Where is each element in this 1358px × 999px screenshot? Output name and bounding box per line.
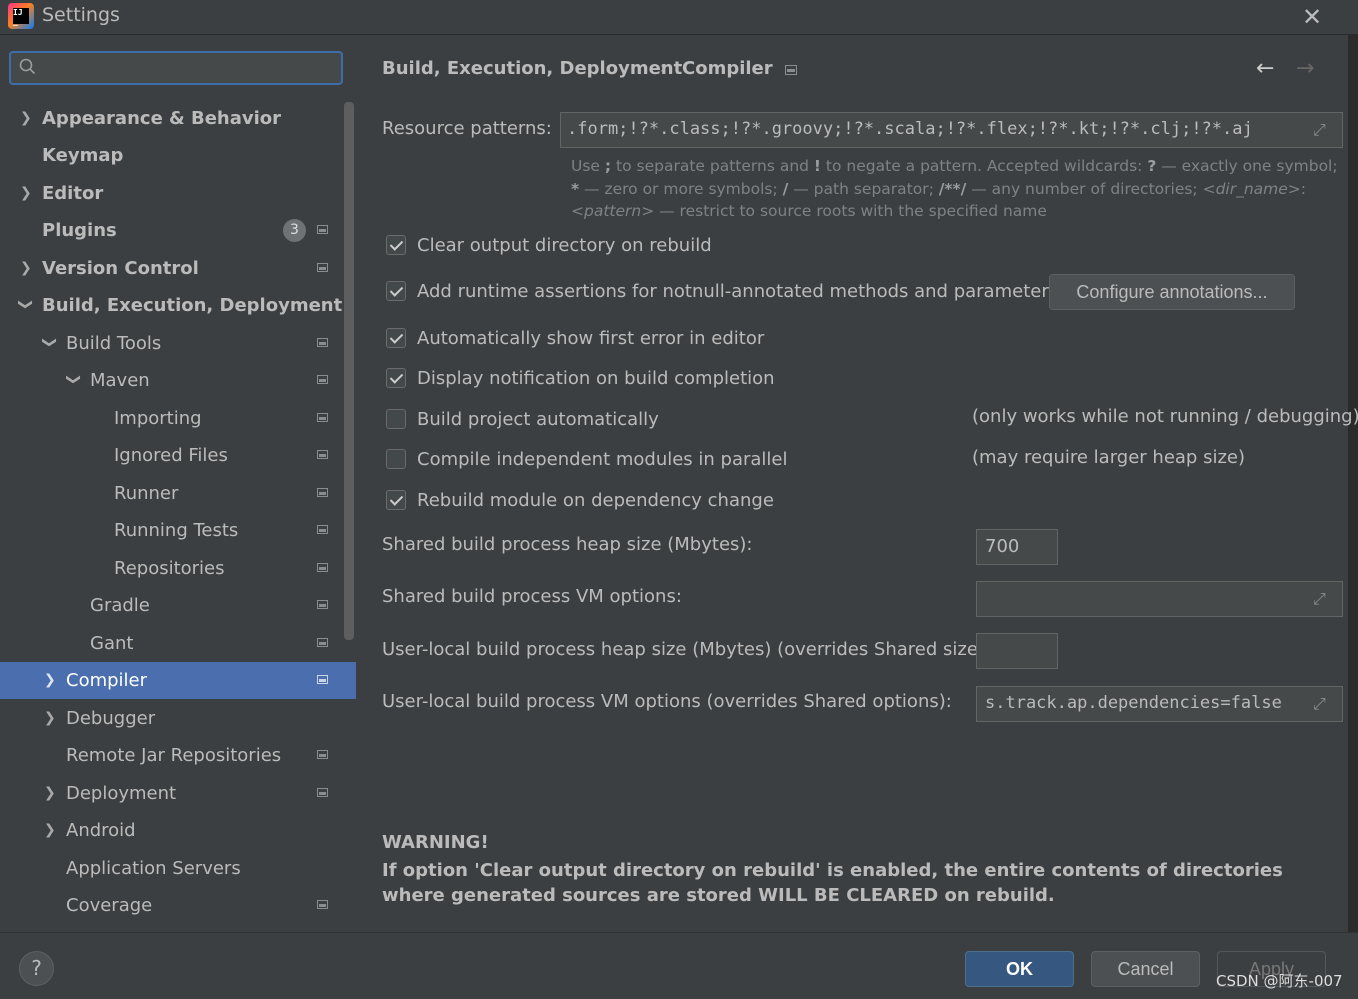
warning-text: If option 'Clear output directory on reb…: [382, 860, 1283, 906]
compile-parallel-note: (may require larger heap size): [972, 447, 1245, 468]
user-vm-input[interactable]: s.track.ap.dependencies=false ⤢: [976, 686, 1343, 722]
project-scope-icon: [317, 788, 328, 797]
help-button[interactable]: ?: [19, 951, 54, 986]
chevron-right-icon: ❯: [20, 110, 32, 126]
chevron-right-icon: ❯: [44, 710, 56, 726]
resource-patterns-hint: Use ; to separate patterns and ! to nega…: [571, 157, 1338, 220]
sidebar-item-debugger[interactable]: ❯ Debugger: [0, 700, 356, 737]
chevron-right-icon: ❯: [44, 822, 56, 838]
back-arrow-icon[interactable]: ←: [1256, 56, 1274, 81]
project-scope-icon: [317, 750, 328, 759]
title-bar: [0, 0, 1358, 35]
sidebar-item-importing[interactable]: Importing: [0, 400, 356, 437]
sidebar-item-gradle[interactable]: Gradle: [0, 587, 356, 624]
cancel-button[interactable]: Cancel: [1091, 951, 1200, 987]
plugins-update-badge: 3: [283, 219, 306, 242]
forward-arrow-icon[interactable]: →: [1296, 56, 1314, 81]
sidebar-item-appearance-behavior[interactable]: ❯ Appearance & Behavior: [0, 100, 356, 137]
chevron-down-icon: ❯: [17, 298, 34, 311]
sidebar-item-plugins[interactable]: Plugins 3: [0, 212, 356, 249]
project-scope-icon: [317, 638, 328, 647]
sidebar-item-ignored-files[interactable]: Ignored Files: [0, 437, 356, 474]
project-scope-icon: [317, 600, 328, 609]
runtime-assertions-checkbox[interactable]: [386, 281, 406, 301]
search-icon: [19, 58, 36, 75]
sidebar-item-repositories[interactable]: Repositories: [0, 550, 356, 587]
sidebar-item-gant[interactable]: Gant: [0, 625, 356, 662]
close-icon[interactable]: ✕: [1302, 3, 1322, 31]
build-automatically-checkbox[interactable]: [386, 409, 406, 429]
expand-icon[interactable]: ⤢: [1313, 121, 1331, 139]
sidebar-item-build-tools[interactable]: ❯ Build Tools: [0, 325, 356, 362]
user-heap-label: User-local build process heap size (Mbyt…: [382, 639, 992, 660]
shared-heap-label: Shared build process heap size (Mbytes):: [382, 534, 753, 555]
sidebar-item-version-control[interactable]: ❯ Version Control: [0, 250, 356, 287]
project-scope-icon: [317, 225, 328, 234]
sidebar-item-keymap[interactable]: Keymap: [0, 137, 356, 174]
project-scope-icon: [317, 488, 328, 497]
sidebar-item-application-servers[interactable]: Application Servers: [0, 850, 356, 887]
chevron-down-icon: ❯: [41, 336, 58, 349]
sidebar-item-deployment[interactable]: ❯ Deployment: [0, 775, 356, 812]
intellij-logo-icon: IJ _: [8, 3, 34, 29]
background-editor-edge: [1348, 35, 1358, 932]
compile-parallel-checkbox[interactable]: [386, 449, 406, 469]
resource-patterns-input[interactable]: .form;!?*.class;!?*.groovy;!?*.scala;!?*…: [560, 112, 1343, 148]
project-scope-icon: [317, 900, 328, 909]
chevron-right-icon: ❯: [44, 672, 56, 688]
warning-title: WARNING!: [382, 832, 489, 853]
project-scope-icon: [317, 525, 328, 534]
rebuild-dependency-checkbox[interactable]: [386, 490, 406, 510]
expand-icon[interactable]: ⤢: [1313, 695, 1331, 713]
breadcrumb-separator: ›: [660, 58, 667, 77]
sidebar-item-android[interactable]: ❯ Android: [0, 812, 356, 849]
sidebar-item-compiler[interactable]: ❯ Compiler: [0, 662, 356, 699]
project-scope-icon: [317, 338, 328, 347]
shared-heap-input[interactable]: 700: [976, 529, 1058, 565]
chevron-right-icon: ❯: [20, 185, 32, 201]
resource-patterns-value: .form;!?*.class;!?*.groovy;!?*.scala;!?*…: [567, 119, 1253, 139]
user-heap-input[interactable]: [976, 633, 1058, 669]
expand-icon[interactable]: ⤢: [1313, 590, 1331, 608]
sidebar-item-editor[interactable]: ❯ Editor: [0, 175, 356, 212]
shared-vm-input[interactable]: ⤢: [976, 581, 1343, 617]
sidebar-item-runner[interactable]: Runner: [0, 475, 356, 512]
clear-output-checkbox[interactable]: [386, 235, 406, 255]
sidebar-item-remote-jar-repositories[interactable]: Remote Jar Repositories: [0, 737, 356, 774]
project-scope-icon: [785, 65, 797, 75]
sidebar-item-build-execution-deployment[interactable]: ❯ Build, Execution, Deployment: [0, 287, 356, 324]
search-box[interactable]: [9, 51, 343, 85]
show-first-error-checkbox[interactable]: [386, 328, 406, 348]
window-title: Settings: [42, 4, 120, 26]
project-scope-icon: [317, 263, 328, 272]
breadcrumb-current: Compiler: [682, 58, 773, 79]
shared-vm-label: Shared build process VM options:: [382, 586, 682, 607]
ok-button[interactable]: OK: [965, 951, 1074, 987]
project-scope-icon: [317, 413, 328, 422]
chevron-right-icon: ❯: [44, 785, 56, 801]
project-scope-icon: [317, 563, 328, 572]
chevron-right-icon: ❯: [20, 260, 32, 276]
sidebar-item-running-tests[interactable]: Running Tests: [0, 512, 356, 549]
project-scope-icon: [317, 450, 328, 459]
display-notification-checkbox[interactable]: [386, 368, 406, 388]
project-scope-icon: [317, 375, 328, 384]
chevron-down-icon: ❯: [65, 373, 82, 386]
breadcrumb-parent: Build, Execution, Deployment: [382, 58, 683, 79]
configure-annotations-button[interactable]: Configure annotations...: [1049, 274, 1295, 310]
sidebar-item-maven[interactable]: ❯ Maven: [0, 362, 356, 399]
sidebar-item-coverage[interactable]: Coverage: [0, 887, 356, 924]
csdn-watermark: CSDN @阿东-007: [1216, 972, 1343, 990]
build-automatically-note: (only works while not running / debuggin…: [972, 406, 1358, 427]
resource-patterns-label: Resource patterns:: [382, 118, 552, 139]
user-vm-label: User-local build process VM options (ove…: [382, 691, 952, 712]
search-input[interactable]: [47, 56, 331, 82]
project-scope-icon: [317, 675, 328, 684]
